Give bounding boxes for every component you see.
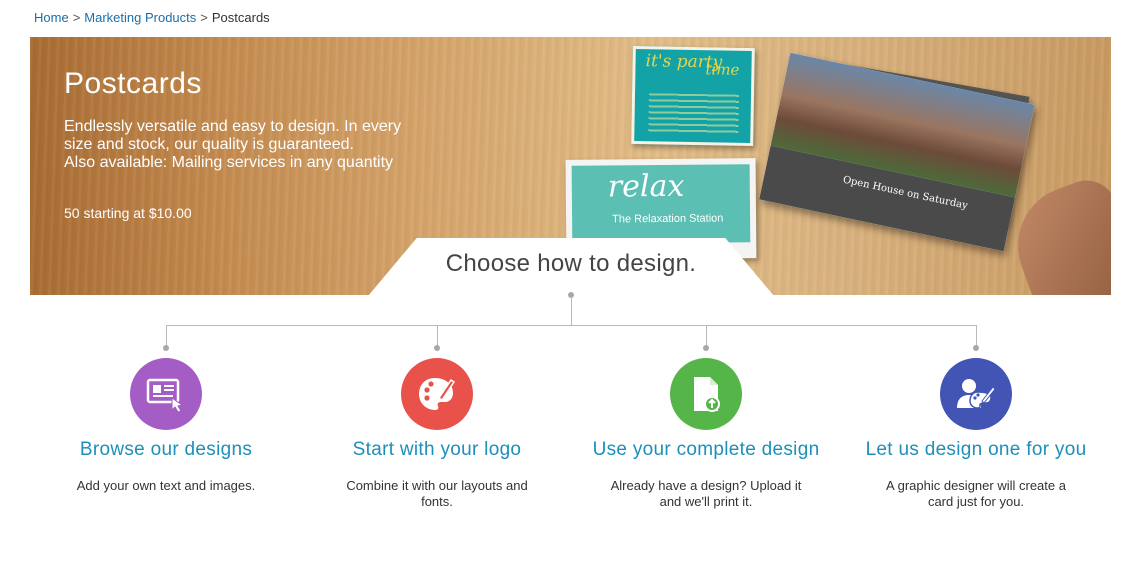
option-description: Already have a design? Upload it and we'… bbox=[610, 478, 802, 509]
choose-heading-tab: Choose how to design. bbox=[368, 238, 774, 296]
hand-image bbox=[1001, 172, 1111, 295]
house-postcard-image: Open House on Saturday bbox=[759, 52, 1035, 252]
party-card-text: time bbox=[705, 60, 740, 79]
party-card-details bbox=[648, 93, 740, 135]
option-design-for-you[interactable]: Let us design one for you A graphic desi… bbox=[856, 358, 1096, 510]
palette-icon[interactable] bbox=[401, 358, 473, 430]
breadcrumb: Home > Marketing Products > Postcards bbox=[34, 10, 270, 25]
party-postcard-image: it's party time bbox=[631, 45, 755, 147]
relax-card-title: relax bbox=[607, 168, 685, 205]
breadcrumb-category-link[interactable]: Marketing Products bbox=[84, 10, 196, 25]
option-browse-designs[interactable]: Browse our designs Add your own text and… bbox=[46, 358, 286, 494]
connector-line bbox=[437, 325, 438, 347]
upload-document-icon[interactable] bbox=[670, 358, 742, 430]
hero-description-line: size and stock, our quality is guarantee… bbox=[64, 136, 354, 153]
connector-dot bbox=[434, 345, 440, 351]
hero-description-line: Also available: Mailing services in any … bbox=[64, 154, 394, 171]
breadcrumb-home-link[interactable]: Home bbox=[34, 10, 69, 25]
breadcrumb-separator: > bbox=[72, 10, 81, 25]
option-label[interactable]: Let us design one for you bbox=[856, 440, 1096, 460]
option-description: Add your own text and images. bbox=[76, 478, 256, 493]
page-title: Postcards bbox=[64, 67, 202, 100]
connector-line bbox=[166, 325, 167, 347]
browse-designs-icon[interactable] bbox=[130, 358, 202, 430]
breadcrumb-current: Postcards bbox=[211, 10, 270, 25]
hero-description-line: Endlessly versatile and easy to design. … bbox=[64, 118, 402, 135]
option-label[interactable]: Browse our designs bbox=[46, 440, 286, 460]
starting-price: 50 starting at $10.00 bbox=[64, 205, 192, 221]
hero-description: Endlessly versatile and easy to design. … bbox=[64, 118, 494, 172]
choose-heading: Choose how to design. bbox=[445, 250, 697, 277]
option-start-with-logo[interactable]: Start with your logo Combine it with our… bbox=[317, 358, 557, 510]
option-description: Combine it with our layouts and fonts. bbox=[346, 478, 528, 509]
designer-icon[interactable] bbox=[940, 358, 1012, 430]
option-label[interactable]: Start with your logo bbox=[317, 440, 557, 460]
connector-line bbox=[976, 325, 977, 347]
connector-line bbox=[571, 296, 572, 326]
connector-dot bbox=[703, 345, 709, 351]
connector-dot bbox=[973, 345, 979, 351]
option-use-complete-design[interactable]: Use your complete design Already have a … bbox=[586, 358, 826, 510]
connector-line bbox=[706, 325, 707, 347]
breadcrumb-separator: > bbox=[200, 10, 208, 25]
option-label[interactable]: Use your complete design bbox=[586, 440, 826, 460]
connector-dot bbox=[163, 345, 169, 351]
relax-card-subtitle: The Relaxation Station bbox=[612, 212, 724, 226]
option-description: A graphic designer will create a card ju… bbox=[886, 478, 1066, 509]
connector-line bbox=[166, 325, 977, 326]
